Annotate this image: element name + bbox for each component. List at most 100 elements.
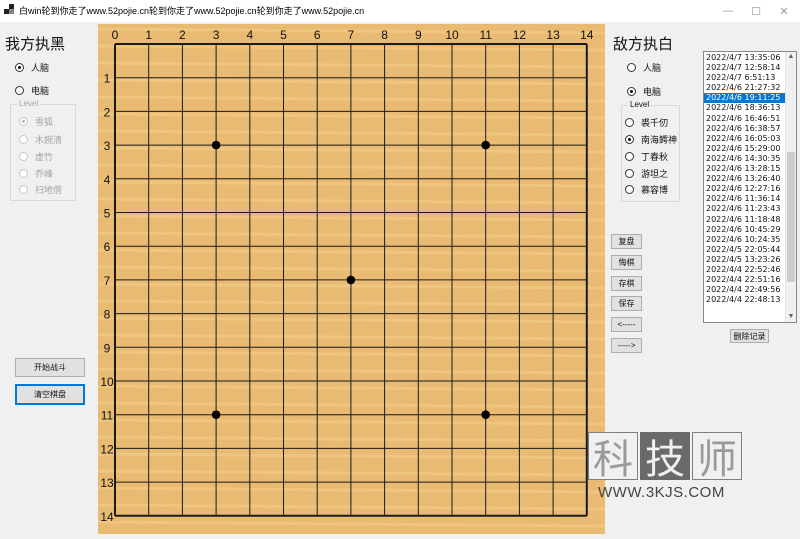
wood-grain — [98, 282, 605, 290]
history-item[interactable]: 2022/4/7 6:51:13 — [704, 73, 786, 83]
maximize-button[interactable]: ☐ — [743, 0, 769, 22]
row-label: 5 — [104, 207, 111, 221]
delete-record-button[interactable]: 删除记录 — [730, 329, 769, 343]
wood-grain — [98, 180, 605, 188]
history-scrollbar[interactable]: ▲ ▼ — [785, 52, 796, 322]
radio-dot — [19, 135, 28, 144]
history-item[interactable]: 2022/4/6 12:27:16 — [704, 184, 786, 194]
column-label: 12 — [513, 28, 527, 42]
undo-button[interactable]: 悔棋 — [611, 255, 642, 270]
start-battle-button[interactable]: 开始战斗 — [15, 358, 85, 377]
white-level-4-radio[interactable]: 游坦之 — [625, 167, 668, 180]
row-label: 3 — [104, 139, 111, 153]
history-item[interactable]: 2022/4/4 22:48:13 — [704, 295, 786, 305]
history-item[interactable]: 2022/4/6 14:30:35 — [704, 154, 786, 164]
history-item[interactable]: 2022/4/7 13:35:06 — [704, 53, 786, 63]
scroll-thumb[interactable] — [787, 152, 795, 282]
wood-grain — [98, 265, 605, 273]
wood-grain — [98, 248, 605, 256]
black-human-radio[interactable]: 人脑 — [15, 61, 49, 74]
column-label: 5 — [280, 28, 287, 42]
history-item[interactable]: 2022/4/6 16:46:51 — [704, 114, 786, 124]
title-bar: 白win轮到你走了www.52pojie.cn轮到你走了www.52pojie.… — [0, 0, 800, 22]
history-item[interactable]: 2022/4/6 13:26:40 — [704, 174, 786, 184]
app-icon — [4, 4, 15, 15]
history-item[interactable]: 2022/4/6 13:28:15 — [704, 164, 786, 174]
column-label: 8 — [381, 28, 388, 42]
history-item[interactable]: 2022/4/6 16:38:57 — [704, 124, 786, 134]
history-item[interactable]: 2022/4/4 22:52:46 — [704, 265, 786, 275]
column-label: 2 — [179, 28, 186, 42]
history-item[interactable]: 2022/4/6 11:36:14 — [704, 194, 786, 204]
column-label: 11 — [479, 28, 492, 42]
history-item[interactable]: 2022/4/6 10:45:29 — [704, 225, 786, 235]
wood-grain — [98, 197, 605, 205]
black-level-1-radio[interactable]: 雪狐 — [19, 115, 53, 128]
white-level-2-radio[interactable]: 南海鳄神 — [625, 133, 677, 146]
black-level-3-radio[interactable]: 虚竹 — [19, 150, 53, 163]
watermark-char-3: 师 — [692, 432, 742, 483]
white-level-5-radio[interactable]: 慕容博 — [625, 183, 668, 196]
history-item[interactable]: 2022/4/6 18:36:13 — [704, 103, 786, 113]
history-item[interactable]: 2022/4/6 11:23:43 — [704, 204, 786, 214]
next-move-button[interactable]: -----> — [611, 338, 642, 353]
row-label: 11 — [101, 409, 114, 423]
history-item[interactable]: 2022/4/7 12:58:14 — [704, 63, 786, 73]
history-list[interactable]: 2022/4/7 13:35:06 2022/4/7 12:58:14 2022/4… — [703, 51, 797, 323]
wood-grain — [98, 95, 605, 103]
go-board[interactable]: 0 1 1 2 2 3 3 4 4 5 5 6 6 7 7 8 8 9 9 10 10 11 11 12 12 13 13 14 14 — [98, 24, 605, 534]
watermark-url: WWW.3KJS.COM — [598, 484, 725, 501]
close-button[interactable]: ✕ — [771, 0, 797, 22]
white-level-1-radio[interactable]: 裘千仞 — [625, 116, 668, 129]
clear-board-button[interactable]: 清空棋盘 — [15, 384, 85, 405]
history-item[interactable]: 2022/4/6 19:11:25 — [704, 93, 786, 104]
column-label: 1 — [145, 28, 152, 42]
row-label: 13 — [100, 476, 114, 490]
history-item[interactable]: 2022/4/6 21:27:32 — [704, 83, 786, 93]
replay-button[interactable]: 复盘 — [611, 234, 642, 249]
row-label: 9 — [104, 341, 111, 355]
history-item[interactable]: 2022/4/4 22:49:56 — [704, 285, 786, 295]
history-item[interactable]: 2022/4/6 11:18:48 — [704, 215, 786, 225]
wood-grain — [98, 44, 605, 52]
scroll-up-icon[interactable]: ▲ — [786, 52, 796, 62]
column-label: 0 — [112, 28, 119, 42]
white-computer-radio[interactable]: 电脑 — [627, 85, 661, 98]
store-game-button[interactable]: 存棋 — [611, 276, 642, 291]
history-item[interactable]: 2022/4/4 22:51:16 — [704, 275, 786, 285]
main-window: 我方执黑 人脑 电脑 Level 雪狐 木婉清 虚竹 乔峰 扫地僧 开始战斗 清… — [0, 22, 800, 539]
wood-grain — [98, 61, 605, 69]
white-level-3-radio[interactable]: 丁春秋 — [625, 150, 668, 163]
black-level-4-radio[interactable]: 乔峰 — [19, 167, 53, 180]
history-item[interactable]: 2022/4/6 16:05:03 — [704, 134, 786, 144]
wood-grain — [98, 299, 605, 307]
radio-dot — [625, 185, 634, 194]
row-label: 8 — [104, 308, 111, 322]
minimize-button[interactable]: — — [715, 0, 741, 22]
black-level-2-radio[interactable]: 木婉清 — [19, 133, 62, 146]
black-level-5-radio[interactable]: 扫地僧 — [19, 183, 62, 196]
wood-grain — [98, 384, 605, 392]
radio-dot — [627, 63, 636, 72]
history-item[interactable]: 2022/4/6 15:29:00 — [704, 144, 786, 154]
row-label: 6 — [104, 240, 111, 254]
wood-grain — [98, 231, 605, 239]
save-button[interactable]: 保存 — [611, 296, 642, 311]
scroll-down-icon[interactable]: ▼ — [786, 312, 796, 322]
board-grid[interactable]: 0 11223344556677889910101111121213131414 — [98, 24, 605, 534]
history-item[interactable]: 2022/4/5 13:23:26 — [704, 255, 786, 265]
row-label: 7 — [104, 274, 111, 288]
star-point — [481, 140, 491, 150]
white-human-radio[interactable]: 人脑 — [627, 61, 661, 74]
radio-dot — [19, 169, 28, 178]
wood-grain — [98, 367, 605, 375]
history-item[interactable]: 2022/4/5 22:05:44 — [704, 245, 786, 255]
wood-grain — [98, 469, 605, 477]
black-computer-radio[interactable]: 电脑 — [15, 84, 49, 97]
wood-grain — [98, 333, 605, 341]
previous-move-button[interactable]: <----- — [611, 317, 642, 332]
watermark-char-1: 科 — [588, 432, 638, 483]
history-item[interactable]: 2022/4/6 10:24:35 — [704, 235, 786, 245]
row-label: 1 — [104, 72, 111, 86]
wood-grain — [98, 503, 605, 511]
